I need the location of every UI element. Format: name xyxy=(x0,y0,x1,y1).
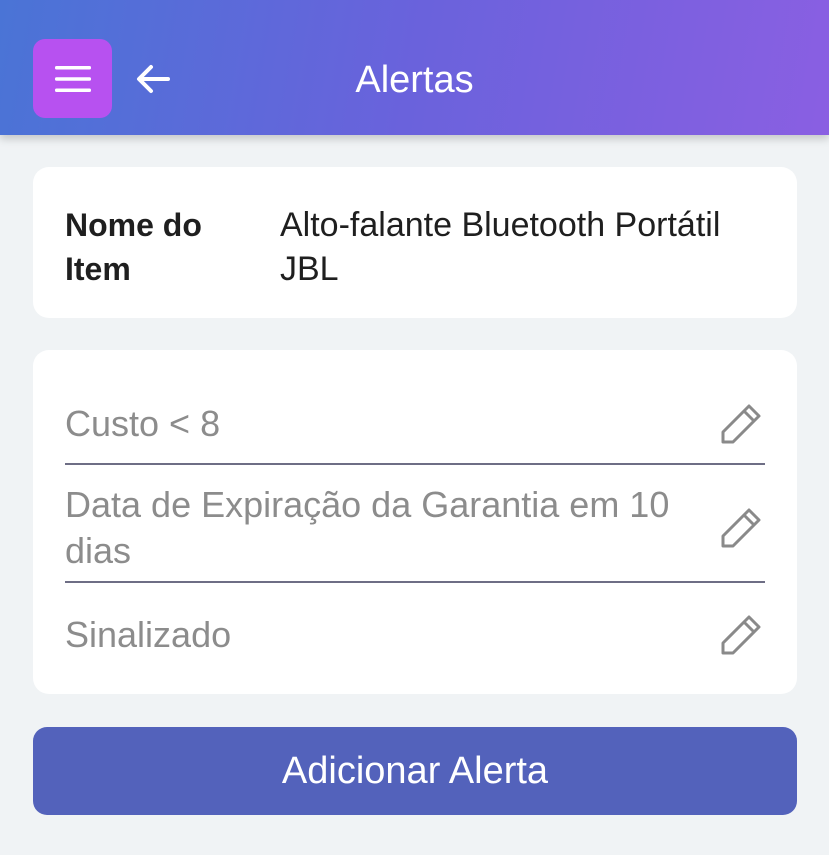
item-name-value: Alto-falante Bluetooth Portátil JBL xyxy=(280,206,721,288)
divider xyxy=(65,581,765,583)
edit-alert-button[interactable] xyxy=(717,504,765,552)
edit-alert-button[interactable] xyxy=(717,611,765,659)
alerts-list-card: Custo < 8 Data de Expiração da Garantia … xyxy=(33,350,797,694)
item-name-label: Nome do Item xyxy=(65,207,202,287)
alert-text: Data de Expiração da Garantia em 10 dias xyxy=(65,484,670,571)
alert-item: Sinalizado xyxy=(65,593,765,677)
pencil-icon xyxy=(721,404,761,444)
alert-text: Custo < 8 xyxy=(65,403,221,444)
edit-alert-button[interactable] xyxy=(717,400,765,448)
alert-text: Sinalizado xyxy=(65,614,232,655)
page-title: Alertas xyxy=(355,58,474,101)
alert-item: Custo < 8 xyxy=(65,382,765,466)
divider xyxy=(65,463,765,465)
alert-item: Data de Expiração da Garantia em 10 dias xyxy=(65,475,765,581)
item-name-card: Nome do Item Alto-falante Bluetooth Port… xyxy=(33,167,797,318)
pencil-icon xyxy=(721,615,761,655)
pencil-icon xyxy=(721,508,761,548)
add-alert-button[interactable]: Adicionar Alerta xyxy=(33,727,797,815)
